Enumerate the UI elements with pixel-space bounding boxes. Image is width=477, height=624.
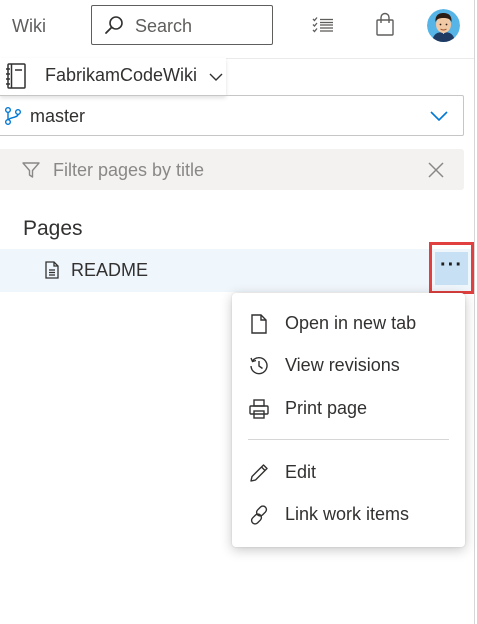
search-box[interactable]: Search <box>91 5 273 45</box>
menu-item-label: Edit <box>285 462 317 482</box>
wiki-book-icon <box>6 63 26 89</box>
task-list-icon[interactable] <box>310 12 336 38</box>
menu-item-label: Link work items <box>285 504 410 524</box>
wiki-selector[interactable]: FabrikamCodeWiki <box>0 58 226 96</box>
new-page-icon <box>251 314 267 334</box>
page-tree-item-readme[interactable]: README <box>0 249 474 292</box>
more-actions-icon: ··· <box>440 253 463 276</box>
pencil-icon <box>250 464 268 482</box>
menu-item-edit[interactable]: Edit <box>232 453 465 493</box>
top-bar: Wiki Search <box>0 0 474 59</box>
history-icon <box>250 357 268 375</box>
panel-right-border <box>474 0 475 624</box>
filter-placeholder: Filter pages by title <box>53 160 205 180</box>
chevron-down-icon <box>430 111 448 122</box>
wiki-name: FabrikamCodeWiki <box>45 65 198 85</box>
avatar-image <box>427 9 460 42</box>
menu-item-open-in-new-tab[interactable]: Open in new tab <box>232 304 465 344</box>
menu-item-label: View revisions <box>285 355 400 375</box>
more-actions-button-fill: ··· <box>435 252 468 285</box>
menu-item-link-work-items[interactable]: Link work items <box>232 495 465 535</box>
menu-separator <box>248 439 449 440</box>
branch-selector[interactable]: master <box>0 95 464 136</box>
filter-icon <box>22 162 40 178</box>
printer-icon <box>249 399 269 419</box>
page-label: README <box>71 260 149 280</box>
link-icon <box>250 505 268 525</box>
document-icon <box>45 261 59 279</box>
menu-item-print-page[interactable]: Print page <box>232 389 465 429</box>
branch-icon <box>5 107 21 125</box>
chevron-down-icon <box>209 73 223 81</box>
search-icon <box>105 16 123 34</box>
menu-item-label: Open in new tab <box>285 313 417 333</box>
clear-filter-icon[interactable] <box>427 161 445 179</box>
filter-pages-input[interactable]: Filter pages by title <box>0 149 464 190</box>
app-label: Wiki <box>12 16 46 36</box>
menu-item-view-revisions[interactable]: View revisions <box>232 346 465 386</box>
branch-name: master <box>30 106 86 126</box>
more-actions-button[interactable]: ··· <box>429 242 474 294</box>
menu-item-label: Print page <box>285 398 368 418</box>
pages-heading: Pages <box>23 217 83 240</box>
shopping-bag-icon[interactable] <box>372 12 398 38</box>
search-placeholder: Search <box>135 16 193 36</box>
user-avatar[interactable] <box>427 9 460 42</box>
page-context-menu: Open in new tab View revisions Print pag… <box>232 293 465 547</box>
